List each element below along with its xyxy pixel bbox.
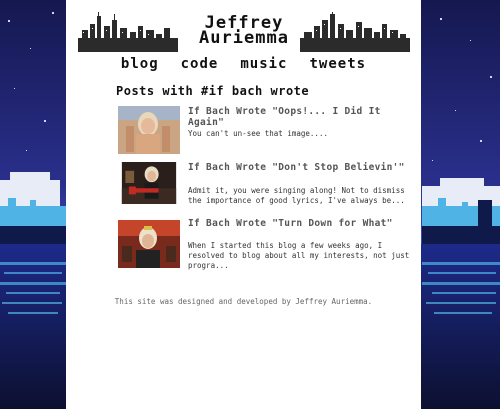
post-excerpt: You can't un-see that image.... xyxy=(188,129,328,138)
post-item: If Bach Wrote "Turn Down for What" When … xyxy=(118,218,418,272)
nav-tweets[interactable]: tweets xyxy=(310,56,367,72)
post-thumbnail-image[interactable] xyxy=(118,162,180,204)
post-thumbnail-image[interactable] xyxy=(118,218,180,270)
site-header: Jeffrey Auriemma xyxy=(78,12,410,52)
section-title: Posts with #if bach wrote xyxy=(116,84,310,98)
nav-blog[interactable]: blog xyxy=(121,56,159,72)
post-title-link[interactable]: If Bach Wrote "Oops!... I Did It Again" xyxy=(188,106,416,128)
content-page: Jeffrey Auriemma blog code music tweets … xyxy=(66,0,421,409)
nav-music[interactable]: music xyxy=(240,56,287,72)
post-item: If Bach Wrote "Don't Stop Believin'" Adm… xyxy=(118,162,418,216)
skyline-logo-right xyxy=(300,12,410,52)
post-title-link[interactable]: If Bach Wrote "Turn Down for What" xyxy=(188,218,416,229)
post-item: If Bach Wrote "Oops!... I Did It Again" … xyxy=(118,106,418,160)
post-excerpt: When I started this blog a few weeks ago… xyxy=(188,241,410,270)
main-nav: blog code music tweets xyxy=(66,56,421,72)
post-thumbnail-image[interactable] xyxy=(118,106,180,154)
site-footer: This site was designed and developed by … xyxy=(114,297,373,306)
post-title-link[interactable]: If Bach Wrote "Don't Stop Believin'" xyxy=(188,162,416,173)
post-excerpt: Admit it, you were singing along! Not to… xyxy=(188,186,405,205)
nav-code[interactable]: code xyxy=(181,56,219,72)
